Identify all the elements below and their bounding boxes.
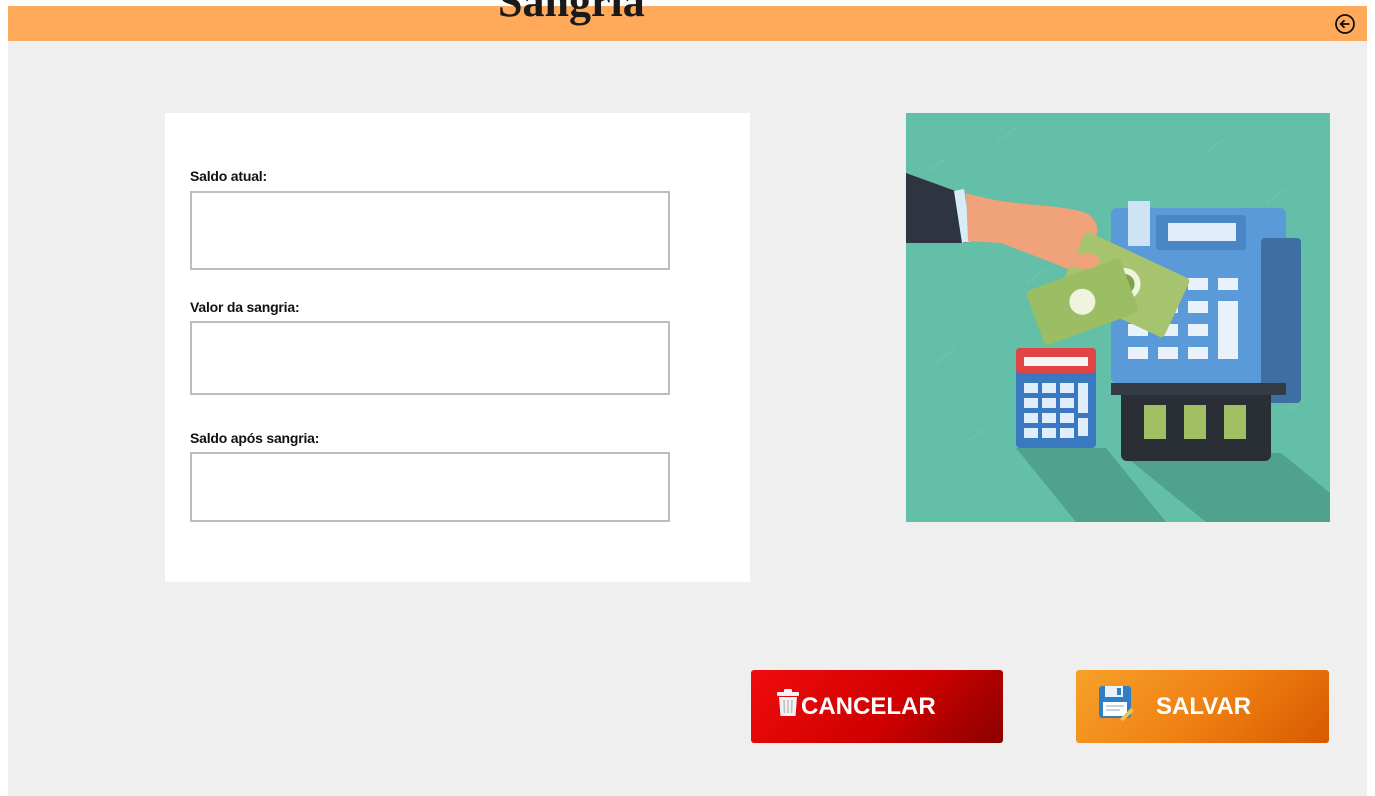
valor-sangria-input[interactable]	[190, 321, 670, 395]
trash-icon	[775, 688, 801, 725]
app-window: Sangria Saldo atual: Valor da sangria: S…	[8, 0, 1367, 796]
back-icon[interactable]	[1334, 13, 1356, 35]
cash-register-illustration	[906, 113, 1330, 522]
floppy-disk-icon	[1098, 685, 1134, 728]
form-panel: Saldo atual: Valor da sangria: Saldo apó…	[165, 113, 750, 582]
header-bar: Sangria	[8, 0, 1367, 41]
saldo-apos-sangria-input[interactable]	[190, 452, 670, 522]
saldo-atual-input[interactable]	[190, 191, 670, 270]
save-label: SALVAR	[1156, 692, 1252, 720]
save-button[interactable]: SALVAR	[1076, 670, 1329, 743]
saldo-atual-label: Saldo atual:	[190, 168, 267, 184]
page-title: Sangria	[498, 0, 645, 26]
cancel-button[interactable]: CANCELAR	[751, 670, 1003, 743]
saldo-apos-sangria-label: Saldo após sangria:	[190, 430, 320, 446]
cancel-label: CANCELAR	[801, 692, 936, 720]
valor-sangria-label: Valor da sangria:	[190, 299, 300, 315]
